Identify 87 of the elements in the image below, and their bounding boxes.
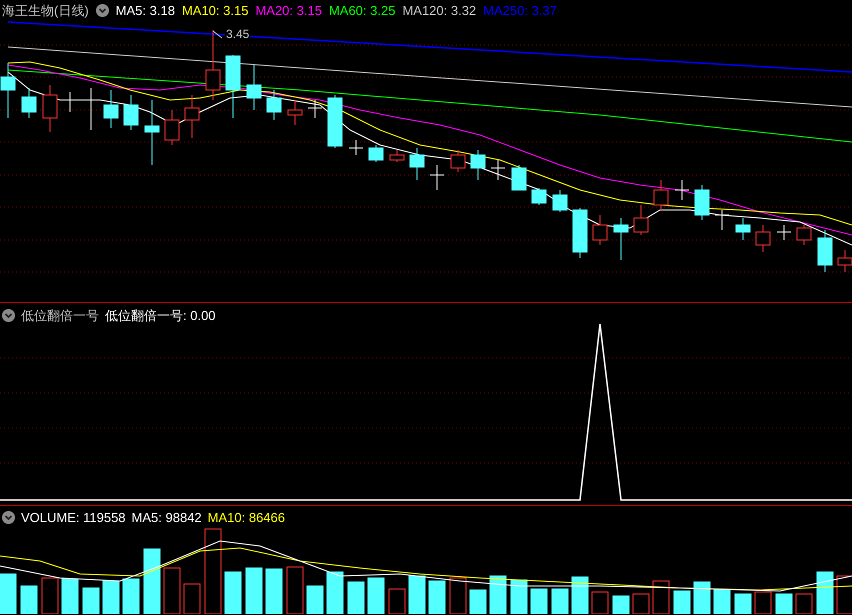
candlestick (348, 140, 364, 156)
volume-bar (368, 578, 384, 614)
volume-bar (694, 582, 710, 614)
legend-label: 低位翻倍一号: 0.00 (105, 307, 216, 325)
candlestick (22, 88, 36, 118)
candlestick (654, 180, 668, 210)
candlestick (266, 90, 282, 120)
candlestick (532, 188, 546, 206)
volume-bar (102, 580, 120, 614)
candlestick (714, 210, 730, 230)
volume-bar (144, 548, 160, 614)
candlestick (308, 100, 322, 118)
candlestick (390, 150, 404, 162)
volume-bar (348, 582, 364, 614)
high-price-label: 3.45 (225, 27, 250, 41)
volume-bar (612, 596, 630, 614)
candlestick (328, 94, 342, 148)
candlestick (0, 62, 16, 118)
volume-bar (734, 594, 752, 614)
candlestick (164, 110, 180, 146)
volume-bar (674, 590, 690, 614)
candlestick (246, 64, 262, 110)
volume-bar (714, 590, 730, 614)
candlestick (614, 218, 628, 260)
candlestick (592, 214, 608, 246)
legend-label: MA5: 3.18 (116, 2, 175, 20)
candlestick (552, 190, 568, 212)
candlestick (776, 224, 792, 240)
candlestick (430, 164, 444, 190)
candlestick (184, 94, 200, 138)
candlestick (84, 88, 98, 130)
candlestick (694, 184, 710, 220)
candlestick (634, 204, 648, 236)
volume-bar (408, 576, 426, 614)
legend-label: VOLUME: 119558 (21, 509, 126, 527)
candlestick (470, 150, 486, 180)
legend-label: MA10: 86466 (208, 509, 285, 527)
high-marker-line (212, 30, 222, 38)
volume-bar (776, 594, 792, 614)
volume-bar (122, 578, 140, 614)
candlestick (674, 180, 690, 200)
legend-label: MA10: 3.15 (182, 2, 248, 20)
candlestick (512, 164, 526, 190)
candlestick (736, 218, 750, 240)
candlestick (62, 92, 78, 112)
volume-bar (552, 588, 568, 614)
legend-label: MA20: 3.15 (255, 2, 322, 20)
candlestick (104, 90, 118, 128)
indicator-name: 低位翻倍一号 (21, 307, 99, 325)
volume-bar (62, 578, 78, 614)
candlestick (124, 94, 138, 130)
candlestick (144, 100, 160, 166)
volume-bar (224, 572, 242, 614)
chevron-down-icon[interactable] (2, 511, 15, 524)
volume-bar (266, 568, 282, 614)
volume-bar (246, 568, 262, 614)
candlestick (450, 150, 466, 172)
volume-bar (20, 586, 38, 614)
legend-label: MA120: 3.32 (402, 2, 476, 20)
volume-bar (428, 580, 446, 614)
candlestick (818, 230, 832, 272)
chevron-down-icon[interactable] (2, 309, 15, 322)
legend-label: MA250: 3.37 (483, 2, 557, 20)
volume-bar (530, 588, 548, 614)
volume-bar (816, 572, 834, 614)
volume-bar (326, 572, 344, 614)
candlestick (226, 54, 240, 118)
candlestick (206, 30, 220, 100)
candlestick (572, 208, 588, 258)
legend-label: MA5: 98842 (132, 509, 202, 527)
candlestick (410, 148, 424, 180)
candlestick (490, 160, 506, 180)
chevron-down-icon[interactable] (96, 4, 109, 18)
volume-bar (490, 576, 506, 614)
candlestick (288, 100, 302, 126)
candlestick (42, 84, 58, 132)
candlestick (368, 144, 384, 162)
volume-bar (572, 576, 588, 614)
legend-label: MA60: 3.25 (328, 2, 396, 20)
volume-bar (0, 574, 16, 614)
volume-bar (82, 588, 100, 614)
candlestick (756, 224, 770, 252)
stock-title: 海王生物(日线) (2, 2, 89, 20)
volume-bar (470, 590, 486, 614)
volume-bar (306, 586, 324, 614)
candlestick (796, 224, 812, 246)
volume-bar (510, 580, 528, 614)
